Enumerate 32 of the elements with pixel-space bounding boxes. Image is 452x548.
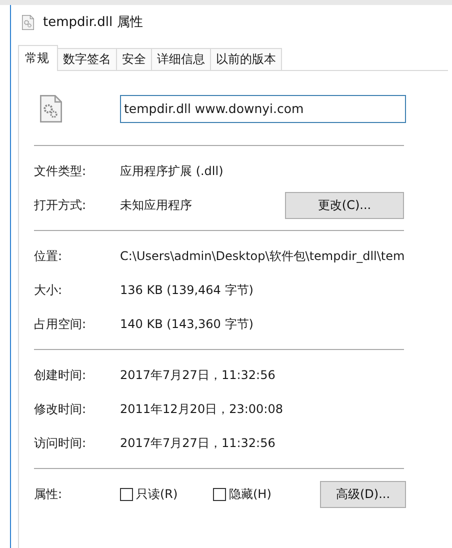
checkbox[interactable] [213, 488, 226, 500]
change-button[interactable]: 更改(C)... [285, 192, 404, 218]
tab[interactable]: 安全 [116, 48, 152, 70]
field-value: 140 KB (143,360 字节) [120, 316, 254, 332]
field-value: 未知应用程序 [120, 196, 192, 214]
checkbox[interactable] [120, 488, 133, 500]
field-label: 文件类型: [34, 162, 88, 180]
field-label: 属性: [34, 486, 64, 502]
tab[interactable]: 以前的版本 [210, 48, 282, 70]
checkbox-label[interactable]: 隐藏(H) [229, 486, 272, 502]
tab[interactable]: 详细信息 [151, 48, 211, 70]
checkbox-label[interactable]: 只读(R) [136, 486, 178, 502]
field-label: 访问时间: [34, 434, 88, 452]
tab[interactable]: 常规 [18, 45, 58, 71]
file-icon [40, 95, 62, 123]
field-value: 2017年7月27日，11:32:56 [120, 366, 276, 384]
field-label: 位置: [34, 248, 64, 264]
field-value: 2011年12月20日，23:00:08 [120, 400, 283, 418]
field-label: 打开方式: [34, 196, 88, 214]
file-name-field[interactable]: tempdir.dll www.downyi.com [120, 95, 406, 123]
window-title: tempdir.dll 属性 [43, 14, 143, 31]
field-label: 创建时间: [34, 366, 88, 384]
tab[interactable]: 数字签名 [57, 48, 117, 70]
advanced-button[interactable]: 高级(D)... [320, 480, 406, 508]
field-label: 占用空间: [34, 316, 88, 332]
field-value: 2017年7月27日，11:32:56 [120, 434, 276, 452]
field-value: 应用程序扩展 (.dll) [120, 162, 224, 180]
field-value: 136 KB (139,464 字节) [120, 282, 254, 298]
field-value: C:\Users\admin\Desktop\软件包\tempdir_dll\tem [120, 248, 405, 264]
file-icon [22, 14, 34, 30]
field-label: 修改时间: [34, 400, 88, 418]
field-label: 大小: [34, 282, 64, 298]
